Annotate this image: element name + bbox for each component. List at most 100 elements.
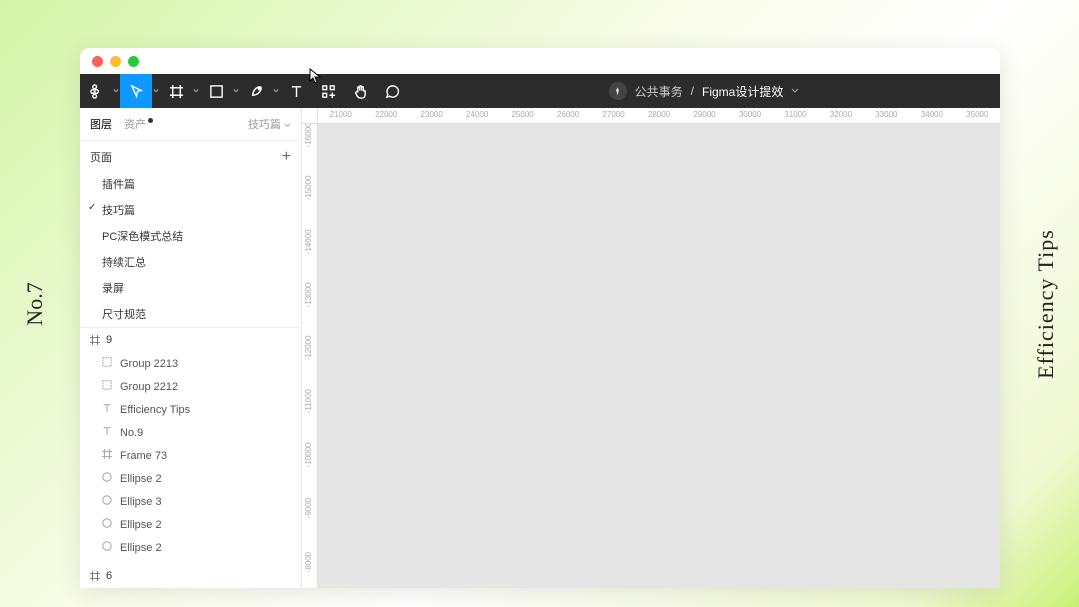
ruler-tick: 28000: [636, 108, 681, 123]
ruler-tick: 29000: [682, 108, 727, 123]
chevron-down-icon[interactable]: [232, 74, 240, 108]
layer-item[interactable]: Ellipse 2: [80, 513, 301, 536]
chevron-down-icon: [284, 122, 291, 129]
mac-titlebar: [80, 48, 1000, 74]
add-page-button[interactable]: +: [282, 149, 291, 165]
pages-panel: 页面 + 插件篇技巧篇PC深色模式总结持续汇总录屏尺寸规范: [80, 141, 301, 328]
ruler-tick: 27000: [591, 108, 636, 123]
frame-icon: [90, 335, 100, 345]
frame-tool[interactable]: [160, 74, 192, 108]
ruler-tick: 21000: [318, 108, 363, 123]
ruler-tick: 25000: [500, 108, 545, 123]
layer-item[interactable]: No.9: [80, 421, 301, 444]
ruler-horizontal: 2100022000230002400025000260002700028000…: [318, 108, 1000, 124]
move-tool[interactable]: [120, 74, 152, 108]
toolbar-breadcrumb[interactable]: 公共事务 / Figma设计提效: [408, 82, 1000, 100]
comment-tool[interactable]: [376, 74, 408, 108]
layer-label: Ellipse 3: [120, 496, 162, 508]
pen-tool[interactable]: [240, 74, 272, 108]
layers-list: Group 2213 Group 2212 Efficiency Tips No.9 F…: [80, 352, 301, 564]
layer-label: Group 2212: [120, 381, 178, 393]
ruler-tick: -14000: [302, 215, 317, 268]
ruler-tick: -15000: [302, 161, 317, 214]
chevron-down-icon: [791, 87, 799, 95]
tab-layers[interactable]: 图层: [90, 114, 112, 134]
chevron-down-icon[interactable]: [272, 74, 280, 108]
ruler-tick: -8000: [302, 535, 317, 588]
ruler-tick: 30000: [727, 108, 772, 123]
maximize-icon[interactable]: [128, 56, 139, 67]
shape-tool[interactable]: [200, 74, 232, 108]
layer-item[interactable]: Ellipse 2: [80, 536, 301, 559]
page-item[interactable]: 录屏: [80, 275, 301, 301]
ruler-tick: 22000: [363, 108, 408, 123]
ruler-tick: 35000: [955, 108, 1000, 123]
assets-unread-dot: [148, 118, 153, 123]
ruler-tick: 33000: [864, 108, 909, 123]
frame-header[interactable]: 9: [80, 328, 301, 352]
frame-label: 9: [106, 334, 112, 346]
frame-icon: [90, 571, 100, 581]
layer-item[interactable]: Ellipse 3: [80, 490, 301, 513]
current-page-dropdown[interactable]: 技巧篇: [248, 116, 291, 132]
menu-button[interactable]: [80, 74, 112, 108]
page-item[interactable]: PC深色模式总结: [80, 223, 301, 249]
mouse-cursor-icon: [309, 68, 321, 84]
ruler-tick: 26000: [545, 108, 590, 123]
layer-item[interactable]: Ellipse 2: [80, 467, 301, 490]
ruler-tick: 31000: [773, 108, 818, 123]
frame-header[interactable]: 6: [80, 564, 301, 588]
layer-item[interactable]: Group 2212: [80, 375, 301, 398]
decor-left-text: No.7: [22, 282, 48, 325]
layer-label: Frame 73: [120, 450, 167, 462]
layer-label: Ellipse 2: [120, 473, 162, 485]
hand-tool[interactable]: [344, 74, 376, 108]
chevron-down-icon[interactable]: [192, 74, 200, 108]
project-name: Figma设计提效: [702, 83, 783, 100]
ruler-tick: -11000: [302, 375, 317, 428]
layer-label: Ellipse 2: [120, 519, 162, 531]
ruler-corner: [302, 108, 318, 124]
ellipse-icon: [102, 472, 112, 485]
frame-icon: [102, 449, 112, 462]
group-icon: [102, 380, 112, 393]
layer-item[interactable]: Efficiency Tips: [80, 398, 301, 421]
team-name: 公共事务: [635, 83, 683, 100]
ruler-tick: 24000: [454, 108, 499, 123]
separator: /: [691, 84, 694, 98]
decor-right-text: Efficiency Tips: [1033, 229, 1059, 379]
team-avatar-icon: [609, 82, 627, 100]
left-sidebar: 图层 资产 技巧篇 页面 + 插件篇技巧篇PC深色模式总结持续汇总录屏尺寸规范 …: [80, 108, 302, 588]
layer-label: No.9: [120, 427, 143, 439]
tab-assets[interactable]: 资产: [124, 114, 153, 134]
ruler-tick: 32000: [818, 108, 863, 123]
ellipse-icon: [102, 518, 112, 531]
page-item[interactable]: 技巧篇: [80, 197, 301, 223]
ruler-tick: -9000: [302, 481, 317, 534]
layer-item[interactable]: Frame 73: [80, 444, 301, 467]
ellipse-icon: [102, 541, 112, 554]
canvas[interactable]: -16000-15000-14000-13000-12000-11000-100…: [302, 108, 1000, 588]
sidebar-tabs: 图层 资产 技巧篇: [80, 108, 301, 141]
text-tool[interactable]: [280, 74, 312, 108]
page-item[interactable]: 持续汇总: [80, 249, 301, 275]
chevron-down-icon[interactable]: [152, 74, 160, 108]
chevron-down-icon[interactable]: [112, 74, 120, 108]
ruler-tick: -12000: [302, 321, 317, 374]
figma-window: 公共事务 / Figma设计提效 图层 资产 技巧篇 页面 + 插件篇技巧篇PC…: [80, 48, 1000, 588]
close-icon[interactable]: [92, 56, 103, 67]
pages-header: 页面: [90, 149, 112, 165]
layer-item[interactable]: Group 2213: [80, 352, 301, 375]
ruler-tick: -10000: [302, 428, 317, 481]
page-item[interactable]: 插件篇: [80, 171, 301, 197]
page-item[interactable]: 尺寸规范: [80, 301, 301, 327]
ellipse-icon: [102, 495, 112, 508]
text-icon: [102, 426, 112, 439]
ruler-tick: -13000: [302, 268, 317, 321]
layer-label: Group 2213: [120, 358, 178, 370]
group-icon: [102, 357, 112, 370]
layer-label: Efficiency Tips: [120, 404, 190, 416]
ruler-tick: 34000: [909, 108, 954, 123]
minimize-icon[interactable]: [110, 56, 121, 67]
ruler-vertical: -16000-15000-14000-13000-12000-11000-100…: [302, 108, 318, 588]
